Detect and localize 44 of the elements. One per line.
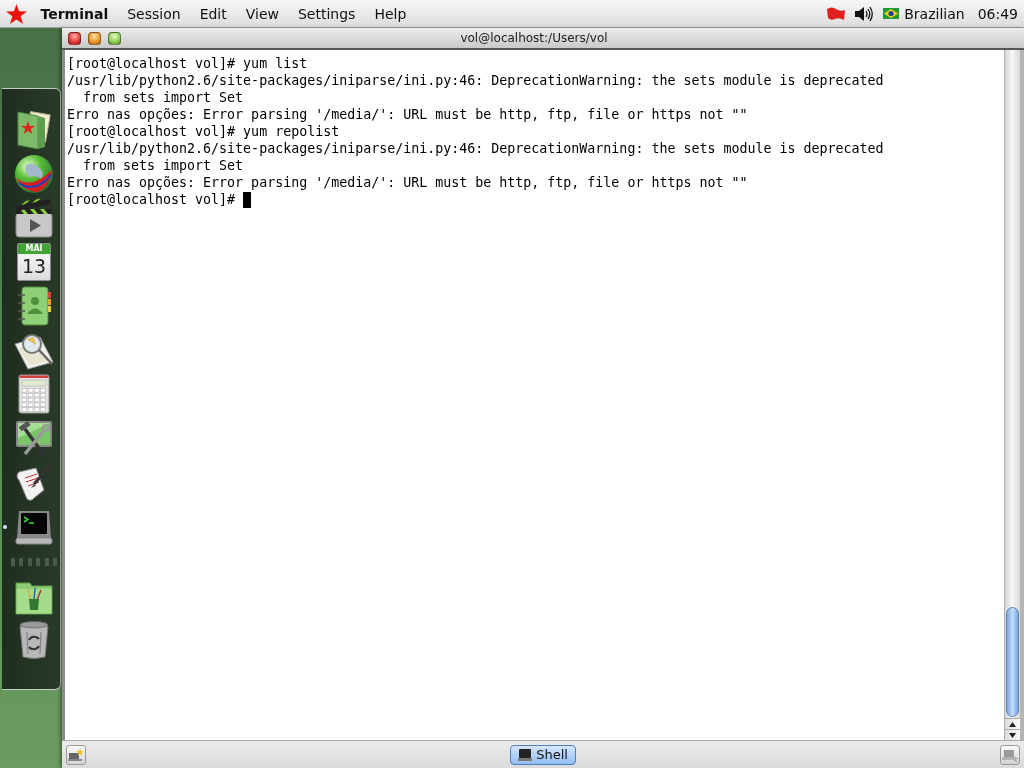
terminal-line: Erro nas opções: Error parsing '/media/': URL must be http, ftp, file or https not "" — [67, 175, 748, 190]
volume-icon[interactable] — [854, 5, 874, 22]
menu-item[interactable]: Session — [117, 3, 191, 24]
terminal-line: /usr/lib/python2.6/site-packages/iniparse/ini.py:46: DeprecationWarning: the sets module is deprecated — [67, 73, 884, 88]
scroll-thumb[interactable] — [1006, 607, 1019, 717]
scroll-up-button[interactable] — [1005, 718, 1020, 729]
minimize-button[interactable] — [88, 31, 101, 45]
up-arrow-icon — [1009, 721, 1016, 727]
close-button[interactable] — [68, 31, 81, 45]
globe-icon[interactable] — [14, 154, 54, 194]
window-title: vol@localhost:/Users/vol — [460, 31, 608, 45]
terminal-line: [root@localhost vol]# yum repolist — [67, 124, 340, 139]
down-arrow-icon — [1009, 732, 1016, 738]
terminal-line: [root@localhost vol]# — [67, 192, 236, 207]
tab[interactable]: Shell — [510, 744, 576, 765]
calendar-icon[interactable]: MAI 13 — [17, 243, 51, 281]
terminal-line: Erro nas opções: Error parsing '/media/': URL must be http, ftp, file or https not "" — [67, 107, 748, 122]
terminal-line: [root@localhost vol]# yum list — [67, 56, 308, 71]
clock: 06:49 — [977, 5, 1018, 22]
folder-icon[interactable] — [14, 110, 54, 150]
menu-item[interactable]: View — [236, 3, 289, 24]
zoom-button[interactable] — [108, 31, 121, 45]
menu-item[interactable]: Edit — [190, 3, 237, 24]
terminal-line: /usr/lib/python2.6/site-packages/iniparse/ini.py:46: DeprecationWarning: the sets module is deprecated — [67, 141, 884, 156]
tools-icon[interactable] — [14, 418, 54, 458]
scrollbar[interactable] — [1004, 50, 1020, 740]
scroll-down-button[interactable] — [1005, 729, 1020, 740]
terminal-line: from sets import Set — [82, 158, 244, 173]
laptop-icon — [1002, 747, 1018, 762]
monitor-icon — [518, 748, 533, 761]
keyboard-layout-menu[interactable]: Brazilian — [904, 5, 965, 22]
dock-separator — [11, 558, 57, 566]
menu-item[interactable]: Settings — [288, 3, 365, 24]
terminal-line: from sets import Set — [82, 90, 244, 105]
text-cursor — [243, 191, 252, 208]
clapperboard-icon[interactable] — [14, 198, 54, 238]
new-tab-button[interactable] — [66, 744, 86, 765]
star-icon[interactable] — [6, 3, 27, 24]
menu-item[interactable]: Help — [364, 3, 416, 24]
country-flag-icon[interactable] — [883, 8, 900, 19]
laptop-sparkle-icon — [68, 747, 84, 762]
waving-flag-icon[interactable] — [826, 5, 847, 22]
app-menu[interactable]: Terminal — [31, 3, 118, 24]
scroll-pen-icon[interactable] — [14, 462, 54, 502]
